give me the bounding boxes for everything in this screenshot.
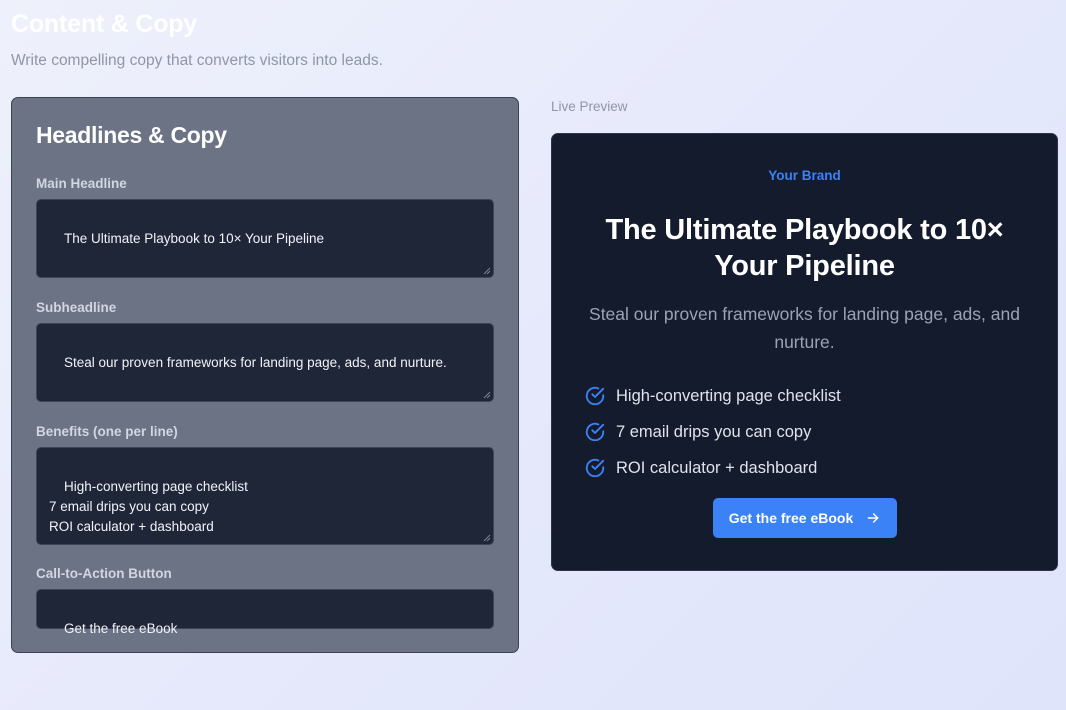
page-subtitle: Write compelling copy that converts visi… [11,52,383,69]
benefit-item: 7 email drips you can copy [584,414,841,450]
brand-name: Your Brand [768,168,841,183]
cta-button-label: Get the free eBook [728,510,854,526]
benefit-item: ROI calculator + dashboard [584,450,841,486]
editor-panel: Headlines & Copy Main Headline The Ultim… [11,97,519,653]
subheadline-value: Steal our proven frameworks for landing … [64,355,447,370]
check-circle-icon [584,421,606,443]
benefits-field[interactable]: High-converting page checklist 7 email d… [36,447,494,545]
page-title: Content & Copy [11,10,198,38]
resize-handle-icon[interactable] [483,267,491,275]
benefit-text: 7 email drips you can copy [616,422,812,441]
resize-handle-icon[interactable] [483,391,491,399]
preview-label: Live Preview [551,99,628,114]
main-headline-label: Main Headline [36,176,127,191]
benefit-list: High-converting page checklist 7 email d… [584,378,841,486]
cta-label: Call-to-Action Button [36,566,172,581]
live-preview-card: Your Brand The Ultimate Playbook to 10× … [551,133,1058,571]
cta-preview-button[interactable]: Get the free eBook [713,498,897,538]
cta-value: Get the free eBook [64,621,178,636]
check-circle-icon [584,457,606,479]
cta-input[interactable]: Get the free eBook [36,589,494,636]
subheadline-field[interactable]: Steal our proven frameworks for landing … [36,323,494,402]
main-headline-field[interactable]: The Ultimate Playbook to 10× Your Pipeli… [36,199,494,278]
check-circle-icon [584,385,606,407]
benefit-item: High-converting page checklist [584,378,841,414]
benefit-text: High-converting page checklist [616,386,841,405]
main-headline-value: The Ultimate Playbook to 10× Your Pipeli… [64,231,325,246]
editor-heading: Headlines & Copy [36,122,227,148]
arrow-right-icon [865,510,881,526]
resize-handle-icon[interactable] [483,534,491,542]
benefit-text: ROI calculator + dashboard [616,458,818,477]
subheadline-label: Subheadline [36,300,117,315]
benefits-label: Benefits (one per line) [36,424,178,439]
benefits-value: High-converting page checklist 7 email d… [49,479,248,534]
preview-subheadline: Steal our proven frameworks for landing … [589,304,1020,352]
preview-headline: The Ultimate Playbook to 10× Your Pipeli… [605,214,1004,282]
